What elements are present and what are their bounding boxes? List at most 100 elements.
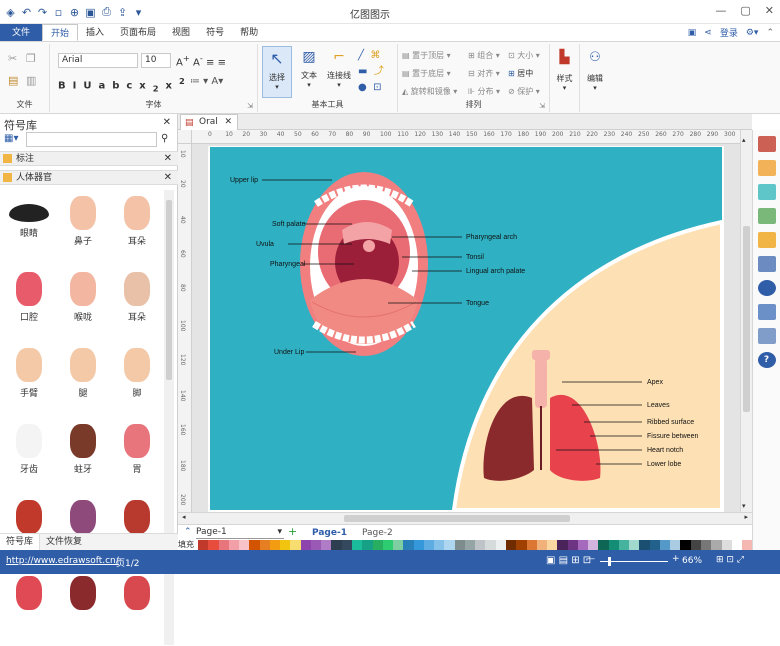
symbol-item[interactable]: 耳朵 bbox=[112, 266, 162, 330]
palette-swatch[interactable] bbox=[536, 540, 548, 550]
login-button[interactable]: 登录 bbox=[720, 26, 738, 39]
font-size-select[interactable]: 10 bbox=[141, 53, 171, 68]
fill-icon[interactable] bbox=[757, 136, 776, 152]
palette-swatch[interactable] bbox=[393, 540, 404, 550]
diagram-label[interactable]: Uvula bbox=[256, 241, 274, 248]
view-mode-icons[interactable]: ▣ ▤ ⊞ ⊡ bbox=[546, 555, 591, 566]
print-icon[interactable]: ⎙ bbox=[100, 5, 113, 19]
globe-icon[interactable] bbox=[757, 280, 776, 296]
symbol-item[interactable]: 蛀牙 bbox=[58, 418, 108, 482]
undo-icon[interactable]: ↶ bbox=[20, 6, 33, 19]
library-close-icon[interactable]: ✕ bbox=[163, 117, 171, 128]
color-palette[interactable] bbox=[198, 540, 753, 550]
diagram-label[interactable]: Leaves bbox=[647, 402, 670, 409]
shadow-icon[interactable] bbox=[757, 184, 776, 200]
font-dialog-launcher-icon[interactable]: ⇲ bbox=[247, 102, 253, 110]
palette-swatch[interactable] bbox=[259, 540, 270, 550]
diagram-label[interactable]: Fissure between bbox=[647, 433, 698, 440]
palette-swatch[interactable] bbox=[618, 540, 630, 550]
palette-swatch[interactable] bbox=[557, 540, 568, 550]
shape-tools[interactable]: ╱ ⌘ ▬ ⤴ ● ⊡ bbox=[358, 48, 384, 96]
symbol-item[interactable]: 牙齿 bbox=[4, 418, 54, 482]
diagram-label[interactable]: Lingual arch palate bbox=[466, 268, 525, 275]
tab-home[interactable]: 开始 bbox=[42, 24, 79, 41]
tab-view[interactable]: 视图 bbox=[164, 24, 198, 41]
palette-swatch[interactable] bbox=[659, 540, 671, 550]
symbol-item[interactable] bbox=[58, 570, 108, 634]
palette-swatch[interactable] bbox=[382, 540, 394, 550]
palette-swatch[interactable] bbox=[423, 540, 435, 550]
diagram-label[interactable]: Soft palate bbox=[272, 221, 306, 228]
bring-front-button[interactable]: ▤ 置于顶层 ▾ bbox=[402, 50, 451, 61]
palette-swatch[interactable] bbox=[228, 540, 240, 550]
palette-swatch[interactable] bbox=[290, 540, 301, 550]
palette-swatch[interactable] bbox=[485, 540, 496, 550]
page-select[interactable]: Page-1 ▾ bbox=[196, 527, 284, 539]
connector-tool-button[interactable]: ⌐ 连接线 ▾ bbox=[324, 46, 354, 98]
select-tool-button[interactable]: ↖ 选择 ▾ bbox=[262, 46, 292, 98]
library-section-organs[interactable]: 人体器官 ✕ bbox=[0, 170, 178, 185]
diagram-label[interactable]: Tongue bbox=[466, 300, 489, 307]
format-painter-icon[interactable]: ▥ bbox=[26, 74, 36, 87]
diagram-label[interactable]: Ribbed surface bbox=[647, 419, 694, 426]
comment-icon[interactable] bbox=[757, 328, 776, 344]
diagram-label[interactable]: Under Lip bbox=[274, 349, 304, 356]
rotate-mirror-button[interactable]: ◭ 旋转和镜像 ▾ bbox=[402, 86, 457, 97]
style-button[interactable]: ▙ 样式 ▾ bbox=[550, 44, 580, 112]
symbol-item[interactable]: 胃 bbox=[112, 418, 162, 482]
palette-swatch[interactable] bbox=[413, 540, 424, 550]
horizontal-scroll-thumb[interactable] bbox=[344, 515, 570, 522]
zoom-in-icon[interactable]: + bbox=[672, 554, 680, 564]
send-back-button[interactable]: ▤ 置于底层 ▾ bbox=[402, 68, 451, 79]
palette-swatch[interactable] bbox=[362, 540, 373, 550]
more-icon[interactable]: ▾ bbox=[132, 6, 145, 19]
palette-swatch[interactable] bbox=[341, 540, 352, 550]
palette-swatch[interactable] bbox=[742, 540, 753, 550]
note-icon[interactable] bbox=[757, 304, 776, 320]
palette-swatch[interactable] bbox=[280, 540, 291, 550]
page-icon[interactable] bbox=[757, 256, 776, 272]
tab-symbol-library[interactable]: 符号库 bbox=[0, 534, 41, 550]
tab-file-recovery[interactable]: 文件恢复 bbox=[40, 534, 88, 550]
page-tab-2[interactable]: Page-2 bbox=[362, 528, 393, 538]
font-style-buttons[interactable]: BIUabcx2x2 bbox=[58, 76, 192, 93]
tab-insert[interactable]: 插入 bbox=[78, 24, 112, 41]
palette-swatch[interactable] bbox=[331, 540, 342, 550]
palette-swatch[interactable] bbox=[218, 540, 229, 550]
palette-swatch[interactable] bbox=[372, 540, 383, 550]
symbol-item[interactable]: 脚 bbox=[112, 342, 162, 406]
palette-swatch[interactable] bbox=[598, 540, 609, 550]
symbol-item[interactable]: 腿 bbox=[58, 342, 108, 406]
palette-swatch[interactable] bbox=[608, 540, 619, 550]
palette-swatch[interactable] bbox=[649, 540, 660, 550]
tab-page-layout[interactable]: 页面布局 bbox=[112, 24, 164, 41]
palette-swatch[interactable] bbox=[721, 540, 732, 550]
list-icons[interactable]: ≔ ▾ A▾ bbox=[190, 76, 223, 87]
protect-button[interactable]: ⊘ 保护 ▾ bbox=[508, 86, 540, 97]
section-close-icon[interactable]: ✕ bbox=[164, 171, 172, 185]
new-icon[interactable]: ▫ bbox=[52, 6, 65, 19]
symbol-item[interactable] bbox=[112, 570, 162, 634]
file-menu[interactable]: 文件 bbox=[0, 24, 42, 41]
palette-swatch[interactable] bbox=[629, 540, 640, 550]
page-tab-1[interactable]: Page-1 bbox=[312, 528, 347, 538]
diagram-label[interactable]: Heart notch bbox=[647, 447, 683, 454]
close-icon[interactable]: ✕ bbox=[765, 4, 774, 17]
font-name-select[interactable]: Arial bbox=[58, 53, 138, 68]
horizontal-scrollbar[interactable]: ◂ ▸ bbox=[178, 512, 752, 524]
palette-swatch[interactable] bbox=[249, 540, 260, 550]
palette-swatch[interactable] bbox=[526, 540, 537, 550]
zoom-slider-thumb[interactable] bbox=[608, 557, 611, 566]
redo-icon[interactable]: ↷ bbox=[36, 6, 49, 19]
open-icon[interactable]: ⊕ bbox=[68, 6, 81, 19]
edit-button[interactable]: ⚇ 编辑 ▾ bbox=[580, 44, 610, 112]
symbol-item[interactable]: 耳朵 bbox=[112, 190, 162, 254]
palette-swatch[interactable] bbox=[475, 540, 486, 550]
palette-swatch[interactable] bbox=[701, 540, 712, 550]
tab-help[interactable]: 帮助 bbox=[232, 24, 266, 41]
palette-swatch[interactable] bbox=[711, 540, 722, 550]
symbol-item[interactable]: 鼻子 bbox=[58, 190, 108, 254]
symbol-item[interactable]: 手臂 bbox=[4, 342, 54, 406]
page-up-icon[interactable]: ⌃ bbox=[184, 527, 192, 537]
palette-swatch[interactable] bbox=[351, 540, 363, 550]
